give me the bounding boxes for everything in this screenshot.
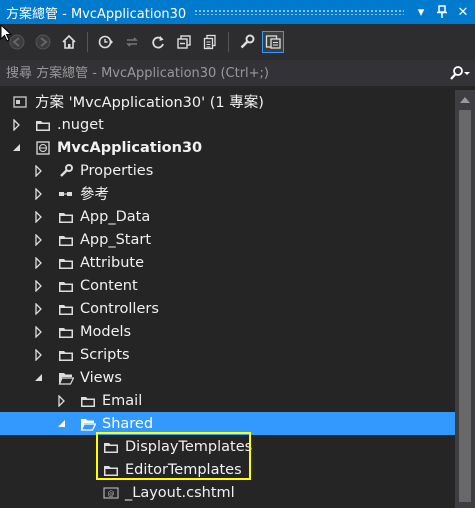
tree-item-label: Attribute	[80, 254, 145, 271]
tree-item-editor-templates[interactable]: EditorTemplates	[0, 458, 455, 481]
wrench-icon	[60, 163, 73, 177]
tree-item-label: App_Data	[80, 208, 151, 225]
toolbar-separator	[87, 32, 88, 52]
folder-icon	[59, 327, 73, 338]
tree-item-label: .nuget	[57, 116, 104, 133]
tree-item-attribute[interactable]: Attribute	[0, 251, 455, 274]
tree-item-views[interactable]: Views	[0, 366, 455, 389]
tree-item-label: Content	[80, 277, 138, 294]
open-folder-icon	[80, 418, 96, 431]
tree-item-scripts[interactable]: Scripts	[0, 343, 455, 366]
tree-item-label: Email	[102, 392, 143, 409]
folder-icon	[36, 120, 50, 131]
pin-icon[interactable]	[433, 3, 451, 21]
scrollbar-thumb[interactable]	[459, 110, 471, 502]
window-dropdown-icon[interactable]: ▾	[412, 3, 430, 21]
mouse-pointer-icon	[0, 24, 12, 42]
tree-item-app-data[interactable]: App_Data	[0, 205, 455, 228]
folder-icon	[104, 442, 118, 453]
expand-arrow-icon[interactable]	[34, 256, 44, 269]
expand-arrow-icon[interactable]	[12, 118, 22, 131]
razor-file-icon: @	[103, 486, 119, 499]
search-icon[interactable]	[445, 66, 475, 80]
collapse-arrow-icon[interactable]	[34, 372, 44, 384]
tree-item-content[interactable]: Content	[0, 274, 455, 297]
tree-item-label: Models	[80, 323, 132, 340]
collapse-arrow-icon[interactable]	[12, 142, 22, 154]
close-icon[interactable]: ✕	[454, 3, 472, 21]
show-all-files-icon[interactable]	[199, 31, 221, 53]
expand-arrow-icon[interactable]	[34, 164, 44, 177]
tree-item-label: EditorTemplates	[125, 461, 242, 478]
tree-item-controllers[interactable]: Controllers	[0, 297, 455, 320]
expand-arrow-icon[interactable]	[34, 210, 44, 223]
folder-icon	[59, 235, 73, 246]
open-folder-icon	[58, 372, 74, 385]
properties-icon[interactable]	[236, 31, 258, 53]
tree-item-label: 參考	[80, 187, 109, 203]
tree-item-label: Properties	[80, 162, 154, 179]
tree-item-label: Shared	[102, 415, 154, 432]
folder-icon	[59, 304, 73, 315]
tree-item-shared[interactable]: Shared	[0, 412, 455, 435]
sync-icon[interactable]	[121, 31, 143, 53]
toolbar-separator	[228, 32, 229, 52]
scroll-up-arrow-icon[interactable]	[455, 94, 475, 106]
search-input[interactable]	[0, 64, 445, 82]
tree-item-label: Controllers	[80, 300, 159, 317]
folder-icon	[59, 350, 73, 361]
tree-item-references[interactable]: 參考	[0, 182, 455, 205]
refresh-icon[interactable]	[147, 31, 169, 53]
folder-icon	[59, 212, 73, 223]
history-icon[interactable]	[95, 31, 117, 53]
expand-arrow-icon[interactable]	[34, 325, 44, 338]
tree-item-label: DisplayTemplates	[125, 438, 253, 455]
collapse-all-icon[interactable]	[173, 31, 195, 53]
expand-arrow-icon[interactable]	[34, 348, 44, 361]
expand-arrow-icon[interactable]	[34, 279, 44, 292]
tree-item-email[interactable]: Email	[0, 389, 455, 412]
tree-item-solution[interactable]: 方案 'MvcApplication30' (1 專案)	[0, 90, 455, 113]
window-title: 方案總管 - MvcApplication30	[6, 6, 187, 22]
preview-icon[interactable]	[262, 31, 284, 53]
tree-item-project[interactable]: MvcApplication30	[0, 136, 455, 159]
svg-text:@: @	[108, 490, 115, 498]
tree-item-display-templates[interactable]: DisplayTemplates	[0, 435, 455, 458]
expand-arrow-icon[interactable]	[34, 233, 44, 246]
forward-icon[interactable]	[32, 31, 54, 53]
tree-item-label: _Layout.cshtml	[125, 484, 235, 501]
tree-item-layout-file[interactable]: @ _Layout.cshtml	[0, 481, 455, 504]
web-project-icon	[36, 140, 50, 155]
expand-arrow-icon[interactable]	[57, 394, 67, 407]
tree-item-models[interactable]: Models	[0, 320, 455, 343]
solution-icon	[13, 95, 27, 108]
tree-item-label: MvcApplication30	[57, 139, 203, 156]
title-bar-grip[interactable]	[194, 9, 404, 15]
tree-item-label: App_Start	[80, 231, 151, 248]
references-icon	[59, 191, 72, 196]
tree-item-label: Views	[80, 369, 122, 386]
folder-icon	[59, 281, 73, 292]
tree-item-nuget[interactable]: .nuget	[0, 113, 455, 136]
home-icon[interactable]	[58, 31, 80, 53]
tree-item-properties[interactable]: Properties	[0, 159, 455, 182]
tree-item-label: 方案 'MvcApplication30' (1 專案)	[35, 95, 264, 111]
solution-tree: 方案 'MvcApplication30' (1 專案) .nuget MvcA…	[0, 90, 455, 508]
search-box	[0, 60, 475, 86]
folder-icon	[81, 396, 95, 407]
solution-explorer-toolbar	[0, 24, 475, 60]
expand-arrow-icon[interactable]	[34, 187, 44, 200]
collapse-arrow-icon[interactable]	[57, 418, 67, 430]
vertical-scrollbar[interactable]	[455, 90, 475, 508]
expand-arrow-icon[interactable]	[34, 302, 44, 315]
folder-icon	[104, 465, 118, 476]
tree-item-label: Scripts	[80, 346, 130, 363]
tree-item-app-start[interactable]: App_Start	[0, 228, 455, 251]
folder-icon	[59, 258, 73, 269]
window-title-bar: 方案總管 - MvcApplication30 ▾ ✕	[0, 0, 475, 24]
